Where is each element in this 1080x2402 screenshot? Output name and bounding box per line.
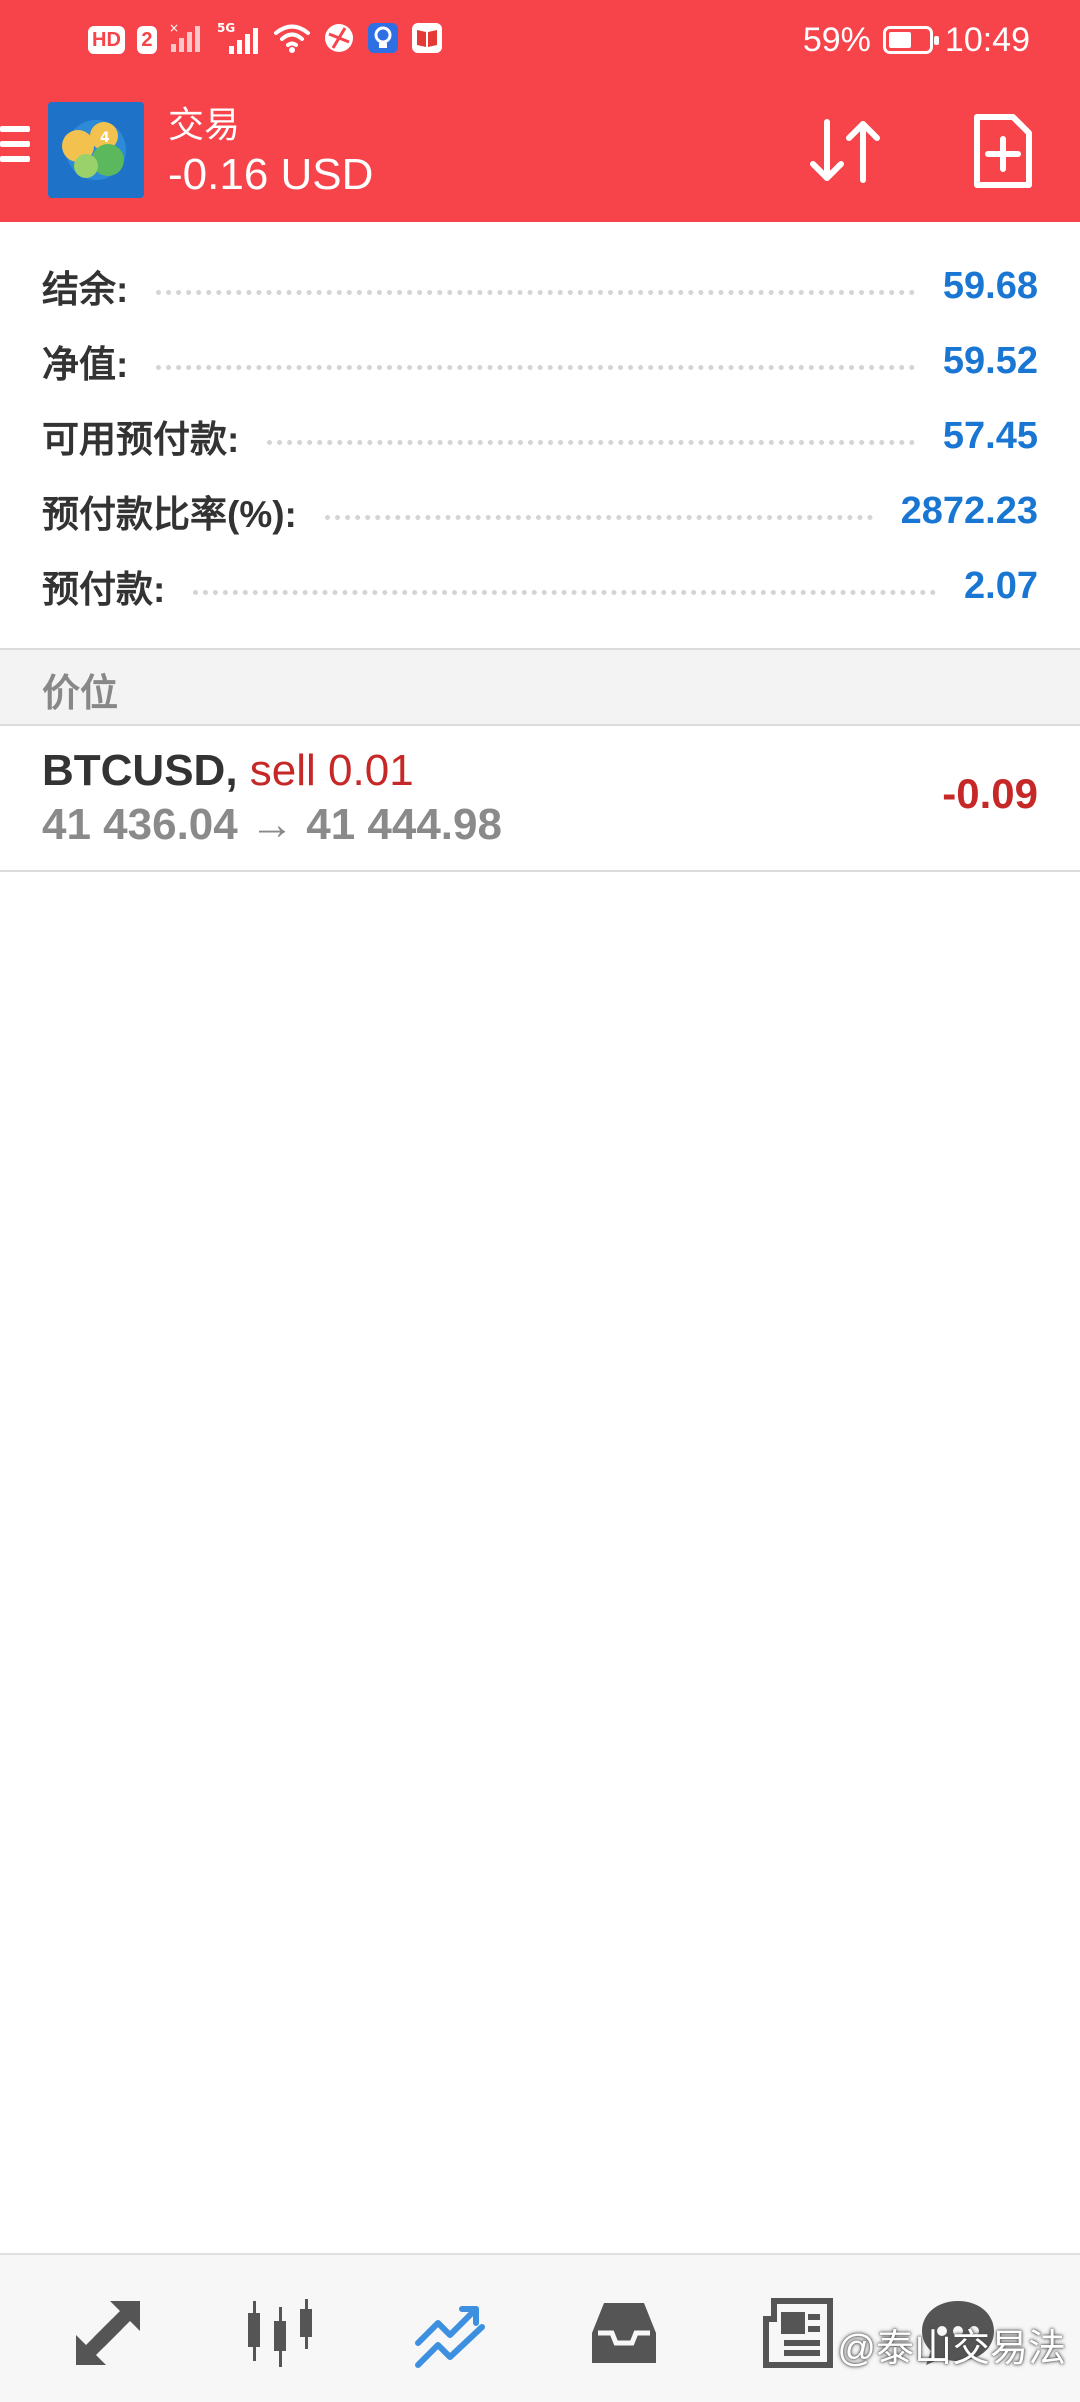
status-left-icons: HD 2 × 5G (88, 18, 443, 62)
battery-icon (882, 26, 939, 54)
app-bar: 4 交易 -0.16 USD (0, 80, 1080, 222)
free-margin-label: 可用预付款: (42, 419, 240, 460)
app-logo[interactable]: 4 (48, 102, 144, 198)
clock: 10:49 (944, 20, 1030, 59)
leader-dots (156, 289, 915, 295)
margin-label: 预付款: (42, 569, 166, 610)
history-icon (584, 2295, 664, 2376)
sort-button[interactable] (800, 108, 890, 198)
equity-row: 净值: 59.52 (42, 331, 1038, 391)
positions-section-header: 价位 (0, 648, 1080, 726)
sim2-badge: 2 (136, 26, 157, 54)
leader-dots (193, 589, 937, 595)
margin-row: 预付款: 2.07 (42, 556, 1038, 616)
news-icon (756, 2295, 836, 2376)
free-margin-row: 可用预付款: 57.45 (42, 406, 1038, 466)
margin-level-label: 预付款比率(%): (42, 494, 297, 535)
position-prices: 41 436.04 → 41 444.98 (42, 800, 502, 850)
vpn-icon (323, 22, 355, 59)
trade-icon (412, 2295, 492, 2376)
battery-percent: 59% (802, 20, 871, 59)
battery-fill (888, 32, 911, 48)
hd-badge: HD (88, 26, 125, 54)
chart-tab[interactable] (240, 2295, 320, 2375)
leader-dots (267, 439, 915, 445)
margin-level-value: 2872.23 (900, 489, 1038, 532)
new-order-icon (971, 113, 1035, 194)
position-header: BTCUSD, sell 0.01 (42, 746, 414, 796)
signal-5g-icon: 5G (217, 20, 261, 61)
balance-label: 结余: (42, 269, 129, 310)
page-title: 交易 (168, 104, 241, 145)
current-price: 41 444.98 (306, 800, 502, 849)
position-side: sell 0.01 (249, 746, 414, 795)
top-bar: HD 2 × 5G 59% 10:49 4 交易 -0.16 USD (0, 0, 1080, 222)
position-separator: , (225, 746, 238, 795)
leader-dots (156, 364, 915, 370)
price-arrow: → (249, 800, 294, 849)
position-profit: -0.09 (942, 770, 1038, 817)
balance-value: 59.68 (942, 264, 1038, 307)
open-price: 41 436.04 (42, 800, 238, 849)
position-symbol: BTCUSD (42, 746, 226, 795)
sort-icon (805, 116, 885, 191)
chart-icon (240, 2295, 320, 2376)
trade-tab[interactable] (412, 2295, 492, 2375)
svg-text:×: × (169, 22, 179, 35)
quotes-tab[interactable] (68, 2295, 148, 2375)
free-margin-value: 57.45 (942, 414, 1038, 457)
status-bar: HD 2 × 5G 59% 10:49 (0, 0, 1080, 80)
history-tab[interactable] (584, 2295, 664, 2375)
watermark-text: @泰山交易法 (837, 2328, 1066, 2370)
quotes-icon (70, 2295, 146, 2376)
leader-dots (324, 514, 873, 520)
book-app-icon (411, 22, 443, 59)
position-row[interactable]: BTCUSD, sell 0.01 41 436.04 → 41 444.98 … (0, 724, 1080, 872)
account-summary: 结余: 59.68 净值: 59.52 可用预付款: 57.45 预付款比率(%… (0, 222, 1080, 648)
svg-text:4: 4 (100, 130, 110, 146)
signal-5g-label: 5G (217, 21, 235, 35)
margin-value: 2.07 (964, 564, 1038, 607)
menu-icon[interactable] (0, 126, 30, 168)
equity-value: 59.52 (942, 339, 1038, 382)
signal-off-icon: × (169, 21, 205, 59)
positions-section-title: 价位 (42, 673, 119, 715)
floating-profit: -0.16 USD (168, 150, 374, 199)
bulb-app-icon (367, 22, 399, 59)
new-order-button[interactable] (958, 108, 1048, 198)
status-right: 59% 10:49 (803, 14, 1030, 66)
wifi-icon (273, 22, 311, 59)
equity-label: 净值: (42, 344, 129, 385)
bottom-navigation: @泰山交易法 (0, 2253, 1080, 2402)
balance-row: 结余: 59.68 (42, 256, 1038, 316)
margin-level-row: 预付款比率(%): 2872.23 (42, 481, 1038, 541)
news-tab[interactable] (756, 2295, 836, 2375)
